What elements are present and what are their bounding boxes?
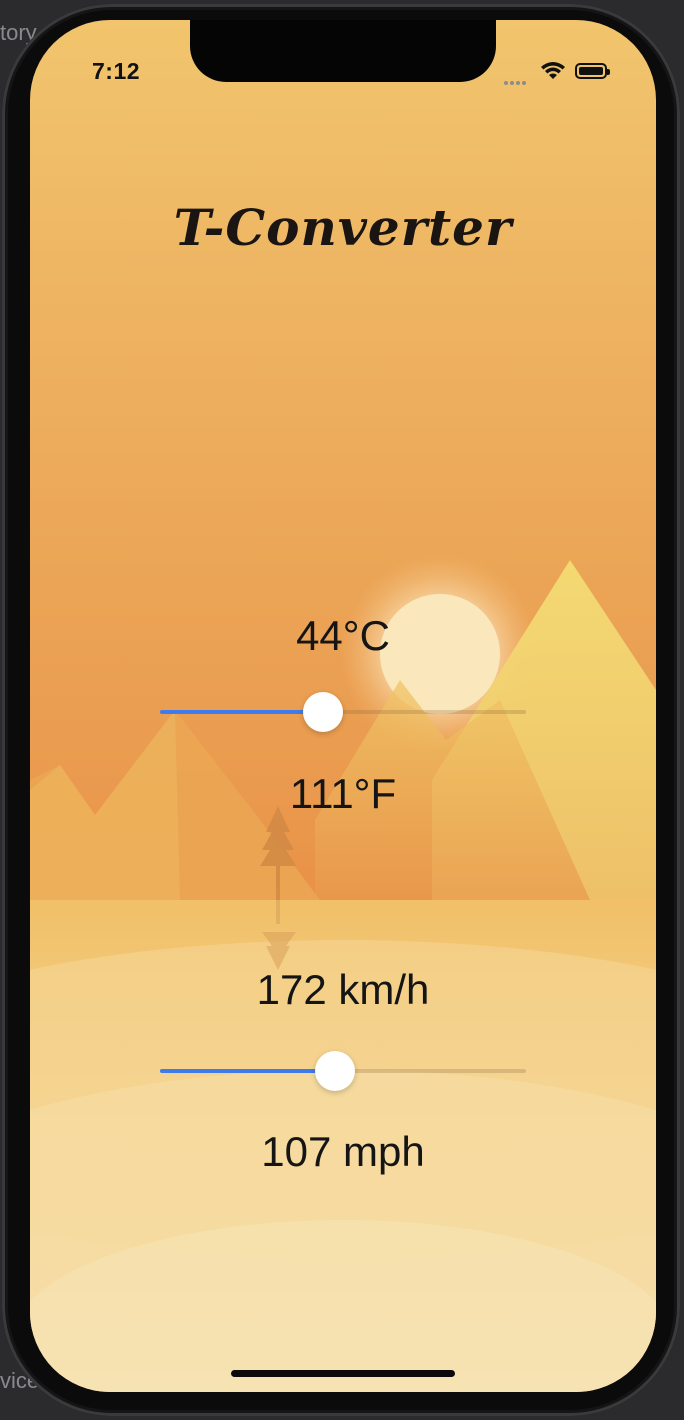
wifi-icon — [541, 62, 565, 79]
signal-icon — [504, 72, 528, 90]
battery-icon — [575, 63, 610, 79]
home-indicator[interactable] — [231, 1370, 455, 1377]
slider-thumb[interactable] — [303, 692, 343, 732]
speed-slider[interactable] — [160, 1051, 526, 1091]
slider-fill — [160, 710, 323, 714]
mph-label: 107 mph — [261, 1128, 425, 1175]
celsius-label: 44°C — [296, 612, 390, 659]
kmh-label: 172 km/h — [256, 966, 430, 1013]
app-title: T-Converter — [173, 198, 513, 257]
temperature-slider[interactable] — [160, 692, 526, 732]
app-screen: 7:12 T-Converter 44°C 111°F 172 km/h 107… — [30, 20, 656, 1392]
phone-frame: 7:12 T-Converter 44°C 111°F 172 km/h 107… — [2, 4, 680, 1416]
camera-notch — [190, 20, 496, 82]
fahrenheit-label: 111°F — [289, 770, 397, 817]
slider-fill — [160, 1069, 335, 1073]
status-time: 7:12 — [92, 58, 141, 84]
slider-thumb[interactable] — [315, 1051, 355, 1091]
